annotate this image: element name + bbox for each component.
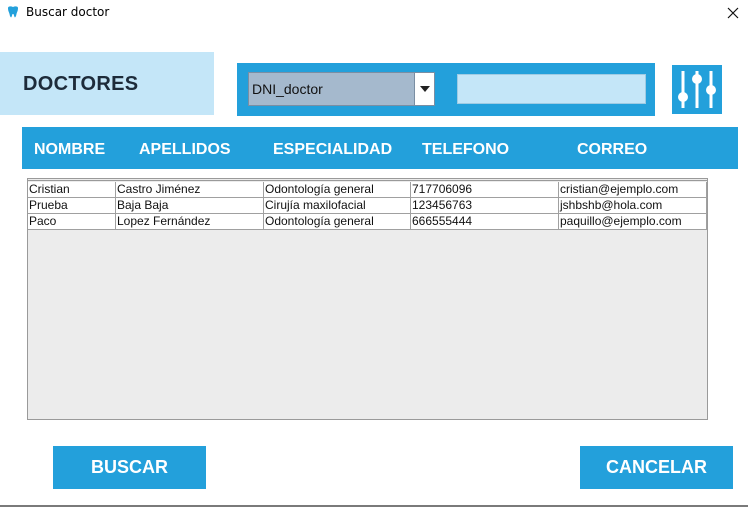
cell-nombre: Paco xyxy=(28,214,116,229)
title-bar: Buscar doctor xyxy=(0,0,748,26)
cancel-button[interactable]: CANCELAR xyxy=(580,446,733,489)
column-header-telefono: TELEFONO xyxy=(422,141,510,158)
sliders-icon xyxy=(678,71,716,108)
search-button[interactable]: BUSCAR xyxy=(53,446,206,489)
search-input[interactable] xyxy=(457,74,646,104)
dropdown-button[interactable] xyxy=(414,73,434,105)
tooth-icon xyxy=(8,6,18,18)
column-header-nombre: NOMBRE xyxy=(34,141,106,158)
cell-nombre: Prueba xyxy=(28,198,116,213)
table-row[interactable]: Cristian Castro Jiménez Odontología gene… xyxy=(28,182,707,198)
cell-apellidos: Castro Jiménez xyxy=(116,182,264,197)
column-header-especialidad: ESPECIALIDAD xyxy=(273,141,393,158)
cell-especialidad: Odontología general xyxy=(264,214,411,229)
search-field-select[interactable]: DNI_doctor xyxy=(248,72,435,106)
cell-especialidad: Cirujía maxilofacial xyxy=(264,198,411,213)
cell-telefono: 717706096 xyxy=(411,182,559,197)
cell-nombre: Cristian xyxy=(28,182,116,197)
cell-telefono: 123456763 xyxy=(411,198,559,213)
table-divider xyxy=(28,180,707,181)
window-title: Buscar doctor xyxy=(26,5,110,19)
table-row[interactable]: Paco Lopez Fernández Odontología general… xyxy=(28,214,707,230)
column-header-apellidos: APELLIDOS xyxy=(139,141,231,158)
close-button[interactable] xyxy=(718,0,748,26)
cell-especialidad: Odontología general xyxy=(264,182,411,197)
cell-apellidos: Lopez Fernández xyxy=(116,214,264,229)
cell-correo: paquillo@ejemplo.com xyxy=(559,214,707,229)
cell-apellidos: Baja Baja xyxy=(116,198,264,213)
filter-button[interactable] xyxy=(672,65,722,114)
cell-correo: jshbshb@hola.com xyxy=(559,198,707,213)
close-icon xyxy=(727,7,739,19)
search-field-value: DNI_doctor xyxy=(252,81,323,97)
chevron-down-icon xyxy=(419,86,430,92)
cell-correo: cristian@ejemplo.com xyxy=(559,182,707,197)
cell-telefono: 666555444 xyxy=(411,214,559,229)
column-header-correo: CORREO xyxy=(577,141,648,158)
table-row[interactable]: Prueba Baja Baja Cirujía maxilofacial 12… xyxy=(28,198,707,214)
page-title: DOCTORES xyxy=(23,73,139,95)
